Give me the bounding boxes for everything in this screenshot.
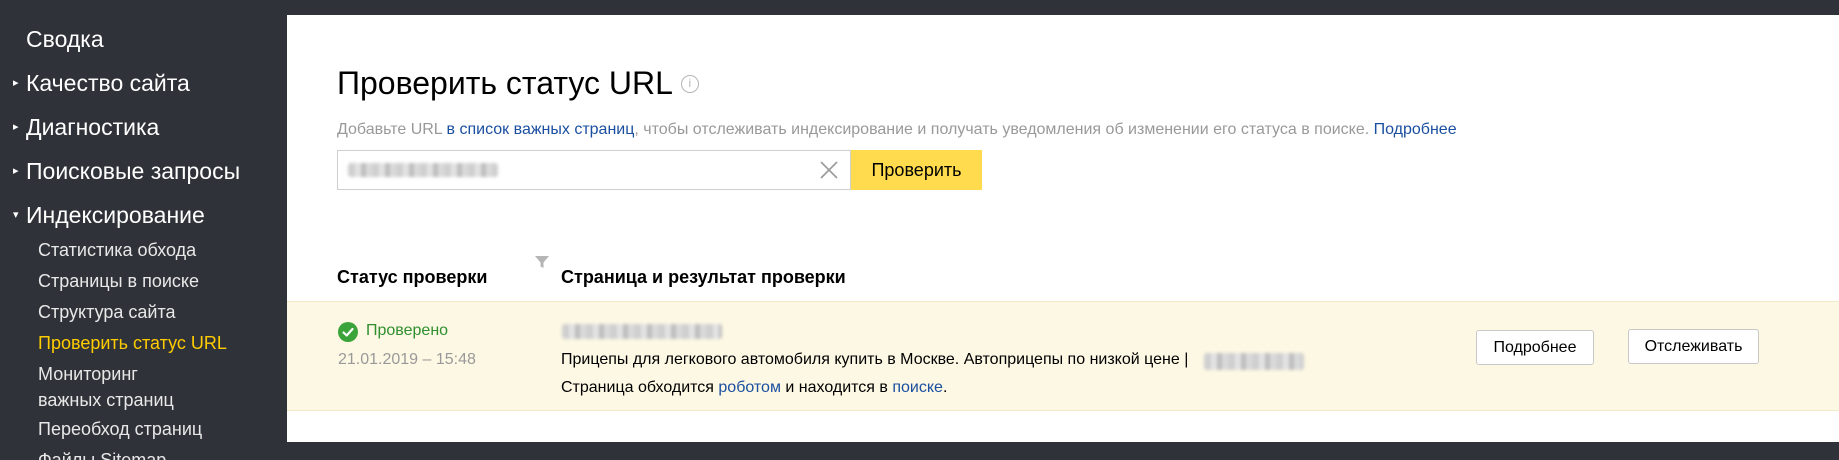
- subtitle-middle: , чтобы отслеживать индексирование и пол…: [634, 121, 1374, 138]
- redacted-url: [348, 163, 498, 177]
- learn-more-link[interactable]: Подробнее: [1374, 121, 1457, 138]
- close-icon[interactable]: [818, 159, 840, 181]
- sidebar-item-pages-in-search[interactable]: Страницы в поиске: [38, 267, 199, 295]
- caret-right-icon: ▸: [13, 121, 19, 133]
- check-circle-icon: [338, 322, 358, 342]
- caret-right-icon: ▸: [13, 77, 19, 89]
- result-row: Проверено 21.01.2019 – 15:48 Прицепы для…: [287, 301, 1839, 411]
- sidebar-item-label: Диагностика: [26, 114, 160, 140]
- page-title: Проверить статус URL i: [337, 65, 699, 101]
- check-button[interactable]: Проверить: [851, 150, 982, 190]
- column-header-page: Страница и результат проверки: [561, 267, 846, 287]
- sidebar-item-label: Индексирование: [26, 202, 205, 228]
- robot-link[interactable]: роботом: [718, 379, 781, 396]
- column-header-status: Статус проверки: [337, 267, 488, 287]
- caret-right-icon: ▸: [13, 165, 19, 177]
- sidebar-item-site-quality[interactable]: ▸ Качество сайта: [13, 68, 190, 98]
- track-button[interactable]: Отслеживать: [1628, 329, 1759, 364]
- sidebar-item-label: Качество сайта: [26, 70, 190, 96]
- main-content: Проверить статус URL i Добавьте URL в спи…: [287, 15, 1839, 442]
- sidebar-item-recrawl[interactable]: Переобход страниц: [38, 415, 202, 443]
- url-search-box: [337, 150, 851, 190]
- page-status-suffix: .: [942, 379, 948, 396]
- filter-icon[interactable]: [534, 254, 550, 270]
- page-status-middle: и находится в: [780, 379, 893, 396]
- sidebar-item-monitoring-line2[interactable]: важных страниц: [38, 386, 174, 414]
- redacted-site-name: [1204, 353, 1304, 370]
- sidebar-item-sitemap[interactable]: Файлы Sitemap: [38, 446, 166, 460]
- page-subtitle: Добавьте URL в список важных страниц, чт…: [337, 121, 1457, 139]
- page-title-result-text: Прицепы для легкового автомобиля купить …: [561, 351, 1189, 368]
- sidebar-item-monitoring[interactable]: Мониторинг: [38, 360, 138, 388]
- page-status-line: Страница обходится роботом и находится в…: [561, 379, 947, 397]
- page-status-prefix: Страница обходится: [561, 379, 719, 396]
- page-title-result: Прицепы для легкового автомобиля купить …: [561, 351, 1188, 369]
- sidebar-item-search-queries[interactable]: ▸ Поисковые запросы: [13, 156, 241, 186]
- info-icon[interactable]: i: [680, 74, 699, 93]
- check-timestamp: 21.01.2019 – 15:48: [338, 351, 476, 368]
- bottom-bar: [287, 442, 1839, 460]
- details-button[interactable]: Подробнее: [1476, 330, 1594, 365]
- status-badge: Проверено: [366, 322, 449, 339]
- important-pages-link[interactable]: в список важных страниц: [447, 121, 635, 138]
- sidebar-item-summary[interactable]: Сводка: [26, 24, 104, 54]
- page-title-text: Проверить статус URL: [337, 65, 673, 101]
- sidebar-item-crawl-stats[interactable]: Статистика обхода: [38, 236, 196, 264]
- redacted-page-url: [562, 324, 722, 339]
- sidebar-item-label: Поисковые запросы: [26, 158, 241, 184]
- caret-down-icon: ▾: [13, 209, 19, 221]
- sidebar-item-indexing[interactable]: ▾ Индексирование: [13, 200, 205, 230]
- search-link[interactable]: поиске: [892, 379, 943, 396]
- sidebar-item-check-url-status[interactable]: Проверить статус URL: [38, 329, 227, 357]
- sidebar-item-diagnostics[interactable]: ▸ Диагностика: [13, 112, 160, 142]
- sidebar-item-site-structure[interactable]: Структура сайта: [38, 298, 176, 326]
- sidebar-item-label: Сводка: [26, 26, 104, 52]
- sidebar: Сводка ▸ Качество сайта ▸ Диагностика ▸ …: [0, 0, 287, 460]
- subtitle-prefix: Добавьте URL: [337, 121, 447, 138]
